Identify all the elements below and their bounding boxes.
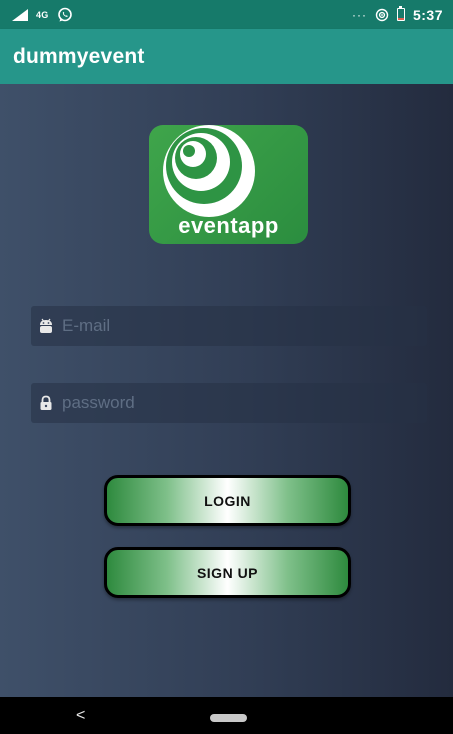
home-pill-icon[interactable]: [210, 714, 247, 722]
login-button[interactable]: LOGIN: [104, 475, 351, 526]
app-bar: dummyevent: [0, 29, 453, 84]
email-field[interactable]: [31, 306, 427, 346]
clock: 5:37: [412, 6, 443, 23]
app-title: dummyevent: [13, 44, 145, 68]
battery-icon: [396, 6, 405, 21]
battery-fill: [397, 17, 404, 20]
android-icon: [40, 318, 52, 333]
password-input[interactable]: [62, 393, 392, 413]
logo-text: eventapp: [178, 213, 279, 238]
status-right: ··· 5:37: [351, 6, 443, 23]
whatsapp-icon: [57, 7, 72, 21]
login-screen: eventapp LOGIN SIGN UP: [0, 84, 453, 697]
lock-icon: [40, 395, 52, 410]
app-logo: eventapp: [149, 125, 308, 244]
email-input[interactable]: [62, 316, 392, 336]
hotspot-icon: [375, 8, 389, 21]
status-bar: 4G ··· 5:37: [0, 0, 453, 29]
overflow-dots: ···: [351, 7, 367, 22]
network-type: 4G: [36, 9, 49, 20]
signal-icon: [12, 8, 28, 21]
signup-button[interactable]: SIGN UP: [104, 547, 351, 598]
password-field[interactable]: [31, 383, 427, 423]
navigation-bar: <: [0, 697, 453, 734]
back-icon[interactable]: <: [76, 707, 85, 725]
status-left: 4G: [12, 7, 73, 23]
